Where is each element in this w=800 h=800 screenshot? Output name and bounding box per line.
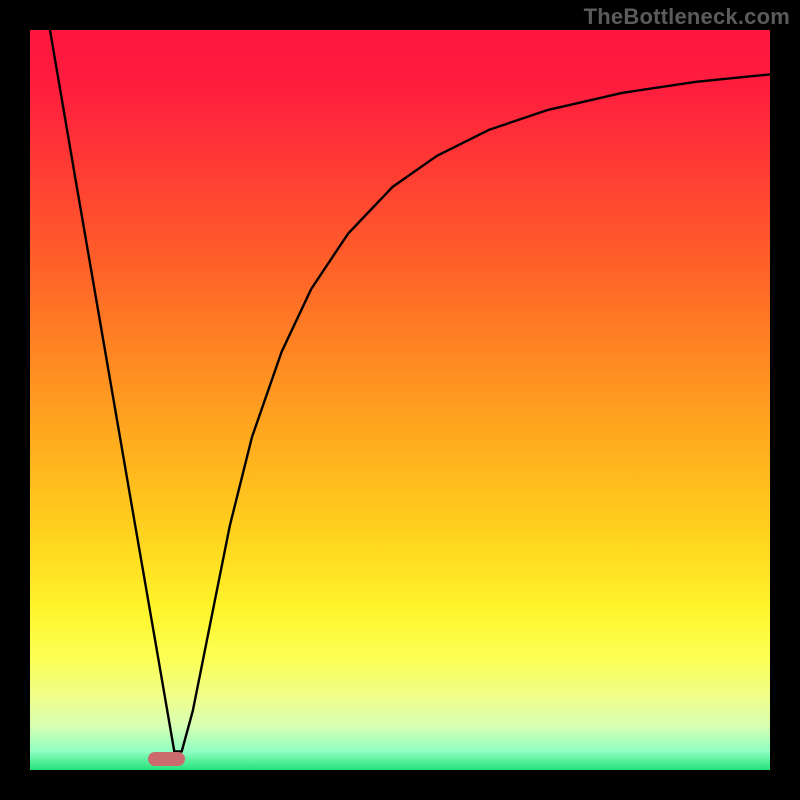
watermark-text: TheBottleneck.com [584,4,790,30]
plot-svg [30,30,770,770]
chart-frame: TheBottleneck.com [0,0,800,800]
gradient-background [30,30,770,770]
plot-area [30,30,770,770]
optimum-marker [148,752,185,765]
